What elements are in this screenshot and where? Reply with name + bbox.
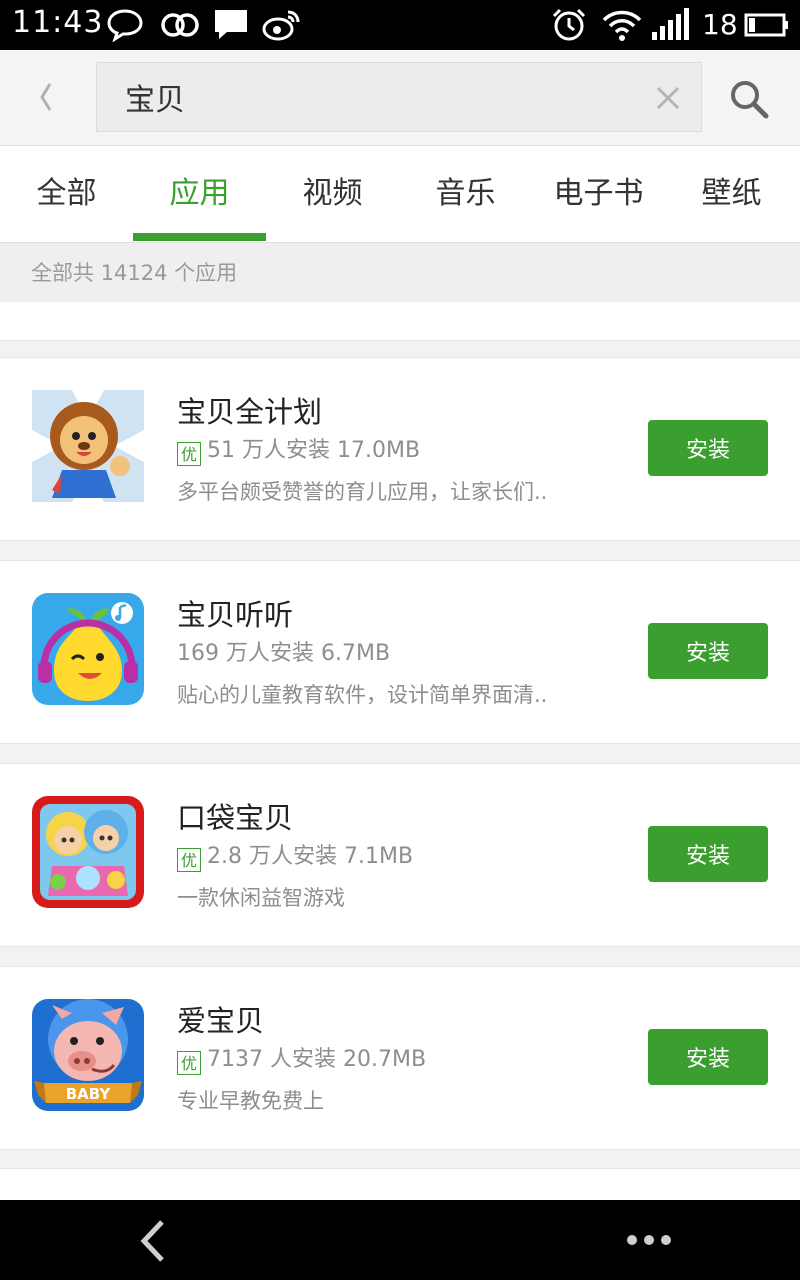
wifi-icon — [602, 10, 642, 41]
app-stats: 7137 人安装 20.7MB — [207, 1047, 427, 1072]
battery-icon — [744, 13, 788, 37]
app-meta: 优 51 万人安装 17.0MB — [177, 436, 420, 466]
app-list-item[interactable]: 口袋宝贝 优 2.8 万人安装 7.1MB 一款休闲益智游戏 安装 — [0, 763, 800, 947]
search-box — [96, 62, 702, 132]
app-name: 口袋宝贝 — [177, 801, 294, 835]
app-description: 贴心的儿童教育软件，设计简单界面清.. — [177, 683, 548, 707]
status-bar: 11:43 18 — [0, 0, 800, 50]
app-list-item[interactable]: 宝贝听听 169 万人安装 6.7MB 贴心的儿童教育软件，设计简单界面清.. … — [0, 560, 800, 744]
search-input[interactable] — [125, 77, 625, 117]
chat-bubble-icon — [107, 9, 143, 42]
quality-badge: 优 — [177, 848, 201, 872]
app-description: 一款休闲益智游戏 — [177, 886, 345, 910]
app-meta: 优 2.8 万人安装 7.1MB — [177, 842, 413, 872]
search-header — [0, 50, 800, 146]
app-name: 宝贝全计划 — [177, 395, 323, 429]
alarm-icon — [552, 8, 586, 41]
battery-level: 18 — [702, 8, 738, 41]
back-chevron-icon[interactable] — [22, 72, 70, 122]
result-count: 全部共 14124 个应用 — [31, 261, 238, 285]
app-description: 多平台颇受赞誉的育儿应用，让家长们.. — [177, 480, 548, 504]
status-time: 11:43 — [12, 5, 104, 40]
app-icon-pocket-babies — [32, 796, 144, 908]
search-icon[interactable] — [728, 78, 772, 122]
app-meta: 169 万人安装 6.7MB — [177, 639, 390, 669]
clear-icon[interactable] — [653, 83, 683, 113]
pig-logo-text: BABY — [66, 1085, 112, 1103]
list-next-item-edge — [0, 1168, 800, 1201]
app-icon-pig: BABY — [32, 999, 144, 1111]
install-button[interactable]: 安装 — [648, 1029, 768, 1085]
active-tab-indicator — [133, 233, 266, 241]
nav-back-icon[interactable] — [134, 1218, 174, 1264]
tab-apps[interactable]: 应用 — [133, 146, 266, 242]
app-stats: 169 万人安装 6.7MB — [177, 641, 391, 666]
result-count-bar: 全部共 14124 个应用 — [0, 243, 800, 301]
signal-icon — [652, 8, 689, 40]
navigation-bar — [0, 1200, 800, 1280]
quality-badge: 优 — [177, 442, 201, 466]
app-list-item[interactable]: 宝贝全计划 优 51 万人安装 17.0MB 多平台颇受赞誉的育儿应用，让家长们.… — [0, 357, 800, 541]
install-button[interactable]: 安装 — [648, 420, 768, 476]
quality-badge: 优 — [177, 1051, 201, 1075]
app-list-item[interactable]: BABY 爱宝贝 优 7137 人安装 20.7MB 专业早教免费上 安装 — [0, 966, 800, 1150]
app-name: 宝贝听听 — [177, 598, 294, 632]
app-stats: 2.8 万人安装 7.1MB — [207, 844, 414, 869]
app-description: 专业早教免费上 — [177, 1089, 324, 1113]
tab-all[interactable]: 全部 — [0, 146, 133, 242]
app-stats: 51 万人安装 17.0MB — [207, 438, 421, 463]
weibo-icon — [262, 10, 300, 41]
message-icon — [215, 10, 247, 39]
tab-music[interactable]: 音乐 — [399, 146, 532, 242]
app-icon-pear — [32, 593, 144, 705]
app-name: 爱宝贝 — [177, 1004, 265, 1038]
app-icon-lion — [32, 390, 144, 502]
category-tabs: 全部 应用 视频 音乐 电子书 壁纸 — [0, 146, 800, 243]
infinity-icon — [161, 13, 199, 37]
tab-videos[interactable]: 视频 — [266, 146, 399, 242]
tab-ebooks[interactable]: 电子书 — [532, 146, 665, 242]
list-spacer — [0, 302, 800, 341]
install-button[interactable]: 安装 — [648, 826, 768, 882]
app-meta: 优 7137 人安装 20.7MB — [177, 1045, 426, 1075]
more-menu-icon[interactable] — [624, 1230, 674, 1250]
install-button[interactable]: 安装 — [648, 623, 768, 679]
tab-wallpapers[interactable]: 壁纸 — [665, 146, 798, 242]
